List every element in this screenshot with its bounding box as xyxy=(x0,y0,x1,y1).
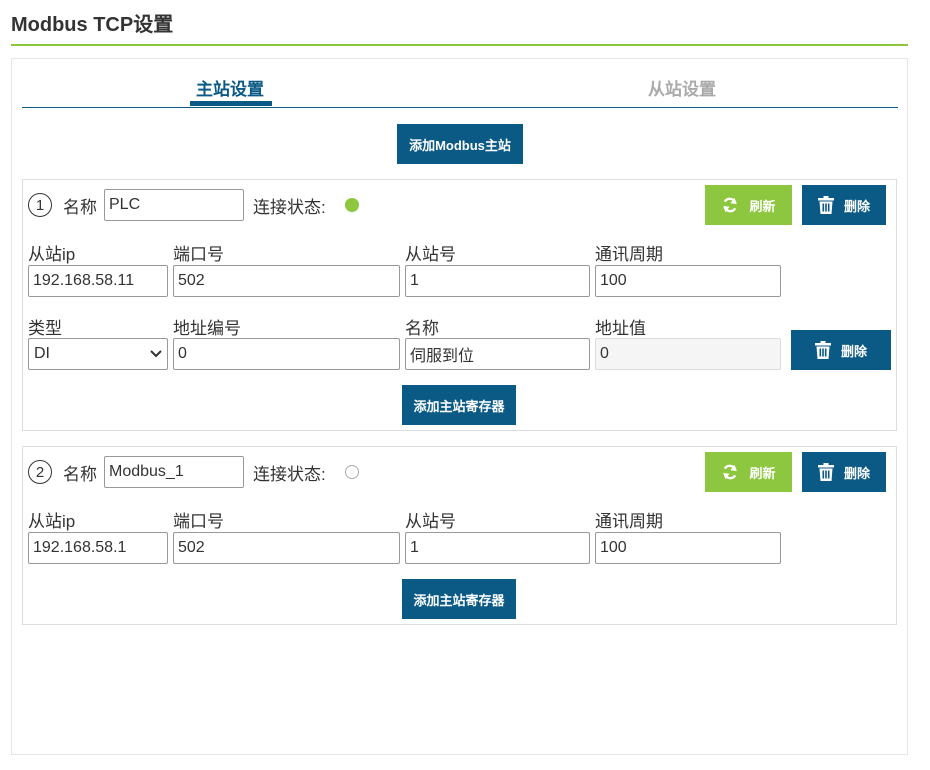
port-label: 端口号 xyxy=(173,512,224,531)
slave-id-input[interactable] xyxy=(405,265,590,297)
slave-ip-input[interactable] xyxy=(28,265,168,297)
port-input[interactable] xyxy=(173,265,400,297)
slave-ip-input[interactable] xyxy=(28,532,168,564)
chevron-down-icon xyxy=(150,350,162,358)
tab-bar: 主站设置 从站设置 xyxy=(22,59,898,108)
connection-status-indicator xyxy=(345,465,359,479)
slave-ip-label: 从站ip xyxy=(28,245,76,264)
delete-button-label: 删除 xyxy=(843,198,870,214)
name-label: 名称 xyxy=(63,465,97,484)
slave-id-label: 从站号 xyxy=(405,245,456,264)
delete-register-button[interactable]: 删除 xyxy=(791,330,891,370)
register-name-label: 名称 xyxy=(405,319,439,338)
slave-ip-label: 从站ip xyxy=(28,512,76,531)
refresh-icon xyxy=(721,196,739,214)
master-index-badge: 1 xyxy=(28,193,52,217)
connection-status-label: 连接状态: xyxy=(253,198,326,217)
trash-icon xyxy=(817,463,834,481)
comm-period-input[interactable] xyxy=(595,532,781,564)
comm-period-input[interactable] xyxy=(595,265,781,297)
master-name-input[interactable] xyxy=(104,456,244,488)
refresh-button-label: 刷新 xyxy=(749,465,776,481)
comm-period-label: 通讯周期 xyxy=(595,245,663,264)
delete-button-label: 删除 xyxy=(840,343,867,359)
add-master-register-button[interactable]: 添加主站寄存器 xyxy=(402,385,516,425)
master-name-input[interactable] xyxy=(104,189,244,221)
register-value-label: 地址值 xyxy=(595,319,646,338)
refresh-button-label: 刷新 xyxy=(749,198,776,214)
refresh-button[interactable]: 刷新 xyxy=(705,185,792,225)
master-card: 1 名称 连接状态: 刷新 删除 从站ip 端口号 从站号 通讯周期 类型 DI xyxy=(22,179,897,431)
name-label: 名称 xyxy=(63,198,97,217)
title-divider xyxy=(11,44,908,46)
trash-icon xyxy=(814,341,831,359)
add-modbus-master-button[interactable]: 添加Modbus主站 xyxy=(397,124,523,164)
connection-status-indicator xyxy=(345,198,359,212)
register-value-field xyxy=(595,338,781,370)
settings-panel: 主站设置 从站设置 添加Modbus主站 1 名称 连接状态: 刷新 删除 从站… xyxy=(11,58,908,755)
slave-id-label: 从站号 xyxy=(405,512,456,531)
delete-button-label: 删除 xyxy=(843,465,870,481)
trash-icon xyxy=(817,196,834,214)
active-tab-indicator xyxy=(190,101,272,106)
delete-master-button[interactable]: 删除 xyxy=(802,185,886,225)
tab-master-settings[interactable]: 主站设置 xyxy=(196,75,264,100)
comm-period-label: 通讯周期 xyxy=(595,512,663,531)
refresh-button[interactable]: 刷新 xyxy=(705,452,792,492)
register-type-select[interactable]: DI xyxy=(28,338,168,370)
page-title: Modbus TCP设置 xyxy=(11,14,174,36)
refresh-icon xyxy=(721,463,739,481)
master-index-badge: 2 xyxy=(28,460,52,484)
add-master-register-button[interactable]: 添加主站寄存器 xyxy=(402,579,516,619)
master-card: 2 名称 连接状态: 刷新 删除 从站ip 端口号 从站号 通讯周期 添加主站寄… xyxy=(22,446,897,625)
port-input[interactable] xyxy=(173,532,400,564)
slave-id-input[interactable] xyxy=(405,532,590,564)
tab-slave-settings[interactable]: 从站设置 xyxy=(648,75,716,100)
delete-master-button[interactable]: 删除 xyxy=(802,452,886,492)
register-type-label: 类型 xyxy=(28,319,62,338)
register-name-input[interactable] xyxy=(405,338,590,370)
register-address-label: 地址编号 xyxy=(173,319,241,338)
register-type-value: DI xyxy=(34,345,50,362)
port-label: 端口号 xyxy=(173,245,224,264)
register-address-input[interactable] xyxy=(173,338,400,370)
connection-status-label: 连接状态: xyxy=(253,465,326,484)
